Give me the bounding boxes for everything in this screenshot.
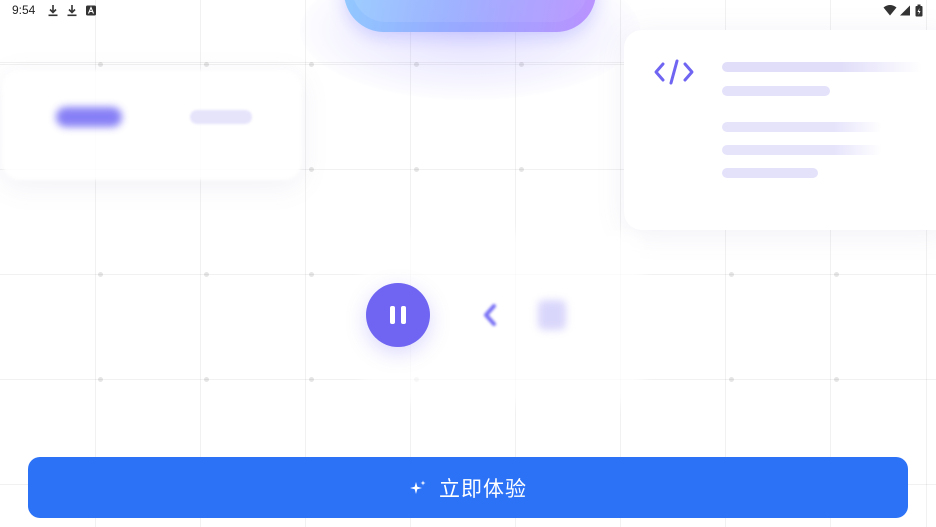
code-line	[722, 62, 922, 72]
next-control[interactable]	[538, 300, 566, 330]
code-line	[722, 86, 830, 96]
sparkle-icon	[410, 480, 426, 494]
download-icon	[48, 5, 58, 17]
left-inactive-tab	[190, 110, 252, 124]
pause-icon	[390, 306, 395, 324]
left-tab-card	[2, 70, 302, 180]
notification-a-icon	[86, 5, 96, 16]
status-bar: 9:54	[0, 0, 936, 22]
code-icon	[654, 59, 694, 85]
signal-icon	[900, 5, 910, 16]
status-time: 9:54	[12, 3, 36, 17]
battery-icon	[915, 4, 923, 17]
code-line	[722, 168, 818, 178]
code-line	[722, 145, 882, 155]
pause-button[interactable]	[366, 283, 430, 347]
wifi-icon	[883, 5, 897, 16]
try-now-button[interactable]: 立即体验	[28, 457, 908, 518]
chevron-left-icon[interactable]	[478, 301, 502, 329]
download-icon	[67, 5, 77, 17]
code-line	[722, 122, 882, 132]
left-active-tab	[56, 107, 122, 127]
try-now-label: 立即体验	[439, 476, 527, 501]
